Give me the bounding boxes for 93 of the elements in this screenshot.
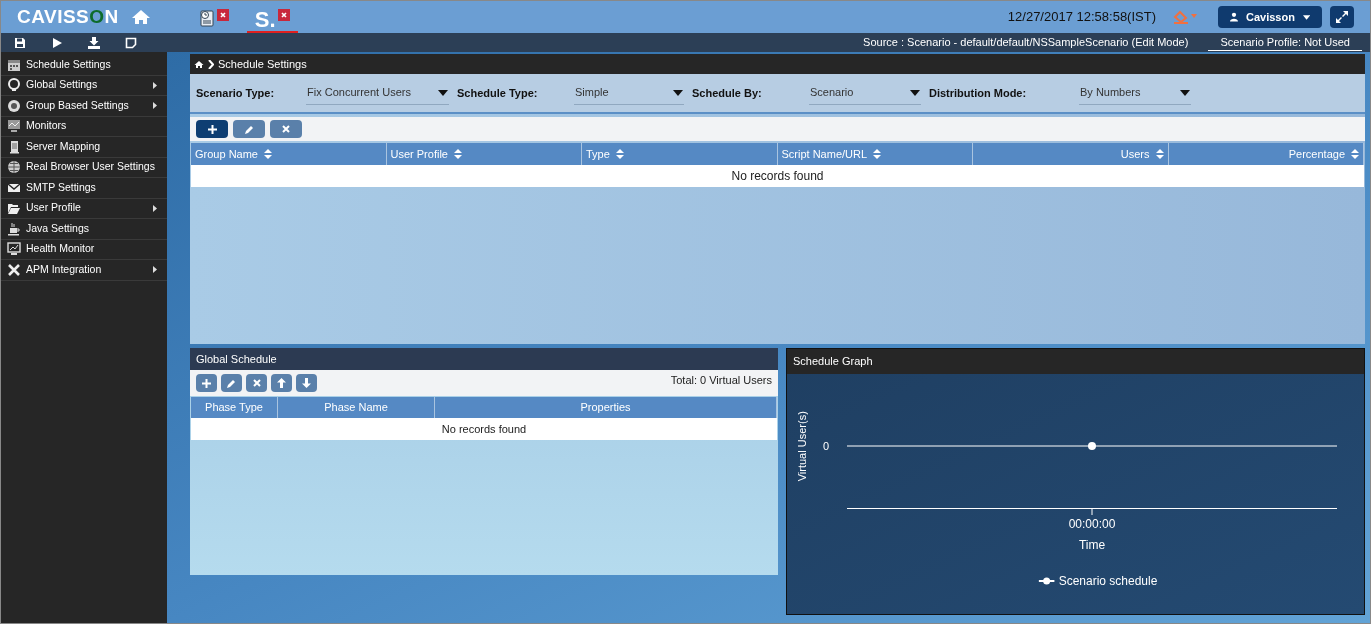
submenu-arrow-icon: [153, 266, 157, 274]
x-axis-title: Time: [1078, 537, 1106, 554]
y-tick-label: 0: [823, 439, 830, 454]
caret-icon: [1180, 89, 1190, 96]
sort-icon: [1155, 149, 1164, 159]
close-icon: [280, 12, 287, 18]
chart-monitor-icon: [7, 242, 21, 257]
source-label: Source : Scenario - default/default/NSSampleScenario (Edit Mode): [863, 35, 1189, 51]
lightbulb-icon: [7, 78, 21, 93]
dropdown[interactable]: Simple: [574, 81, 684, 105]
home-icon: [194, 59, 204, 69]
breadcrumb: Schedule Settings: [218, 56, 307, 72]
download-icon: [87, 36, 100, 49]
user-menu-button[interactable]: Cavisson: [1218, 6, 1322, 28]
field-label: Schedule By:: [692, 85, 763, 101]
edit-button[interactable]: [221, 374, 242, 392]
y-axis-title: Virtual User(s): [794, 411, 809, 482]
server-icon: [7, 139, 21, 154]
pencil-icon: [244, 124, 254, 134]
delete-button[interactable]: [246, 374, 267, 392]
sidebar-item[interactable]: Java Settings: [1, 219, 167, 240]
caret-icon: [1302, 14, 1310, 20]
empty-table-message: No records found: [191, 165, 1364, 187]
play-icon: [50, 36, 63, 49]
arrow-up-icon: [277, 378, 286, 388]
sidebar-item[interactable]: Global Settings: [1, 75, 167, 96]
folder-icon: [7, 201, 21, 216]
sidebar-item[interactable]: APM Integration: [1, 260, 167, 281]
dropdown[interactable]: Scenario: [809, 81, 921, 105]
sort-icon: [264, 149, 272, 159]
legend-marker-icon: [1038, 577, 1055, 585]
caret-icon: [673, 89, 683, 96]
submenu-arrow-icon: [153, 204, 157, 212]
clock-document-icon: [198, 9, 215, 27]
field-label: Scenario Type:: [196, 85, 276, 101]
arrow-down-icon: [302, 378, 311, 388]
edit-button[interactable]: [233, 120, 265, 138]
fullscreen-button[interactable]: [1330, 6, 1354, 28]
legend-label: Scenario schedule: [1058, 573, 1158, 590]
logo: CAVISSON: [17, 4, 119, 29]
sidebar-item[interactable]: Real Browser User Settings: [1, 157, 167, 178]
caret-icon: [910, 89, 920, 96]
dropdown[interactable]: Fix Concurrent Users: [306, 81, 449, 105]
coffee-cup-icon: [7, 221, 21, 236]
close-icon: [252, 379, 261, 387]
panel-title: Global Schedule: [196, 351, 277, 367]
user-icon: [1230, 12, 1238, 22]
sidebar-item[interactable]: Server Mapping: [1, 137, 167, 158]
plus-icon: [207, 124, 217, 134]
sidebar-item[interactable]: User Profile: [1, 198, 167, 219]
scenario-profile-label: Scenario Profile: Not Used: [1208, 33, 1362, 52]
field-label: Schedule Type:: [457, 85, 539, 101]
sort-icon: [1351, 149, 1359, 159]
paint-bucket-icon: [1172, 9, 1198, 25]
sort-icon: [453, 149, 462, 159]
field-label: Distribution Mode:: [929, 85, 1028, 101]
calendar-icon: [7, 57, 21, 72]
save-icon: [13, 36, 26, 49]
sidebar-item[interactable]: Monitors: [1, 116, 167, 137]
empty-table-message: No records found: [191, 418, 777, 440]
expand-icon: [1336, 11, 1348, 23]
sidebar-item[interactable]: Health Monitor: [1, 239, 167, 260]
note-icon: [124, 36, 137, 49]
globe-icon: [7, 160, 21, 175]
delete-button[interactable]: [270, 120, 302, 138]
close-icon: [219, 12, 226, 18]
close-tab-button[interactable]: [216, 9, 229, 21]
move-up-button[interactable]: [271, 374, 292, 392]
submenu-arrow-icon: [153, 81, 157, 89]
total-label: Total: 0 Virtual Users: [670, 373, 772, 388]
caret-icon: [438, 89, 448, 96]
monitor-icon: [7, 119, 21, 134]
home-icon: [130, 9, 151, 25]
move-down-button[interactable]: [296, 374, 317, 392]
sidebar-item[interactable]: Group Based Settings: [1, 96, 167, 117]
sidebar-item[interactable]: Schedule Settings: [1, 55, 167, 76]
close-icon: [282, 125, 290, 133]
sort-icon: [873, 149, 882, 159]
chevron-icon: [208, 59, 214, 69]
panel-title: Schedule Graph: [793, 354, 873, 370]
sort-icon: [615, 149, 624, 159]
datetime: 12/27/2017 12:58:58(IST): [1007, 8, 1156, 27]
pencil-icon: [227, 378, 236, 388]
sidebar-item[interactable]: SMTP Settings: [1, 178, 167, 199]
x-tick-label: 00:00:00: [1068, 516, 1116, 533]
gear-icon: [7, 98, 21, 113]
add-button[interactable]: [196, 120, 228, 138]
home-button[interactable]: [130, 9, 151, 25]
plus-icon: [202, 378, 211, 388]
tools-icon: [7, 262, 21, 277]
submenu-arrow-icon: [153, 102, 157, 110]
close-tab-button[interactable]: [277, 9, 290, 21]
dropdown[interactable]: By Numbers: [1079, 81, 1191, 105]
